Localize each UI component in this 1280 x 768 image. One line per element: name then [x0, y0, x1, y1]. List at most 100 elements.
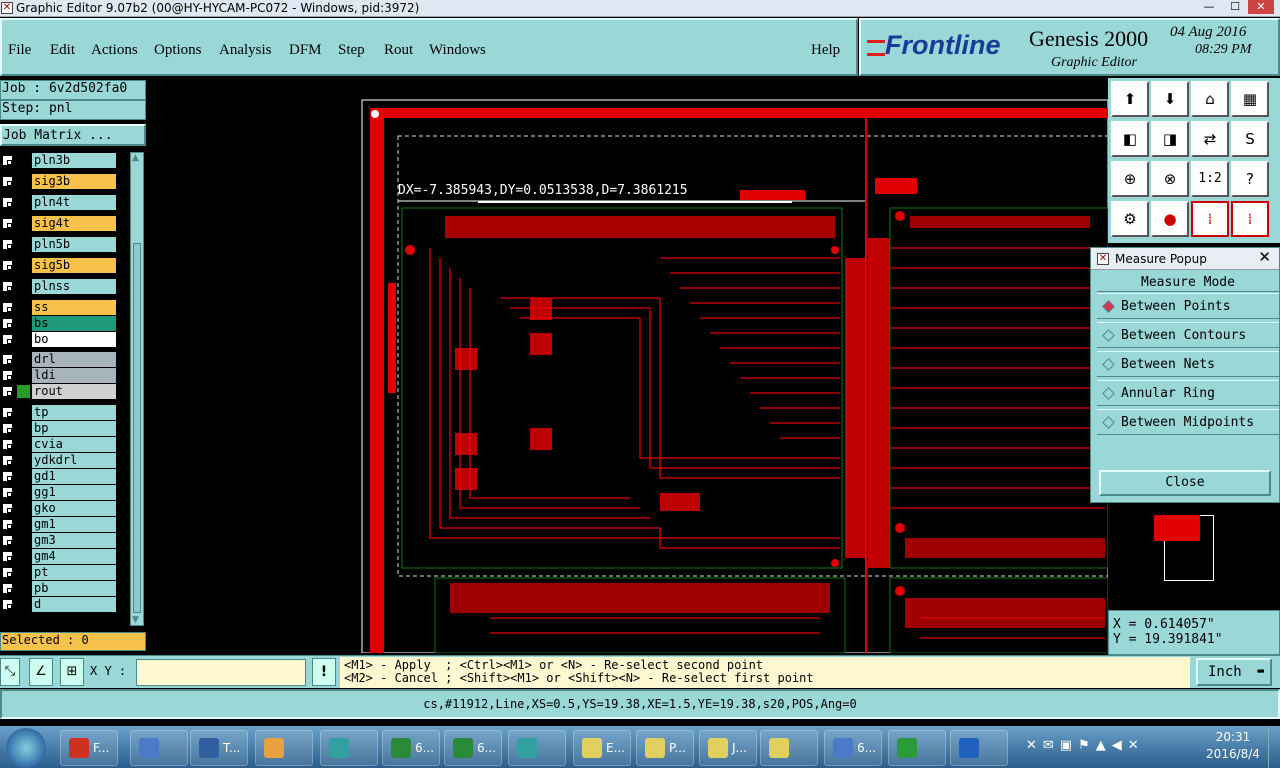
home-up-icon[interactable]: ⬆ — [1111, 81, 1149, 117]
layer-checkbox[interactable] — [2, 197, 13, 208]
layer-a-icon[interactable]: ⁞ — [1191, 201, 1229, 237]
scroll-up-icon[interactable]: ▲ — [132, 153, 139, 163]
scale-button[interactable]: 1:2 — [1191, 161, 1229, 197]
overview-map[interactable] — [1108, 505, 1280, 610]
option-between-points[interactable]: Between Points — [1097, 293, 1279, 319]
layer-row-gd1[interactable]: gd1 — [0, 469, 118, 484]
layer-b-icon[interactable]: ⁞ — [1231, 201, 1269, 237]
home-down-icon[interactable]: ⬇ — [1151, 81, 1189, 117]
graphic-canvas[interactable]: DX=-7.385943,DY=0.0513538,D=7.3861215 — [360, 98, 1108, 653]
taskbar-item[interactable]: F... — [60, 730, 118, 766]
layer-affected-toggle[interactable] — [17, 317, 30, 330]
menu-options[interactable]: Options — [154, 42, 202, 59]
layer-affected-toggle[interactable] — [17, 301, 30, 314]
layer-checkbox[interactable] — [2, 354, 13, 365]
layer-checkbox[interactable] — [2, 281, 13, 292]
layer-row-ldi[interactable]: ldi — [0, 368, 118, 383]
zoom-icon[interactable]: ⊗ — [1151, 161, 1189, 197]
taskbar-item[interactable] — [760, 730, 818, 766]
taskbar-item[interactable] — [320, 730, 378, 766]
units-select[interactable]: Inch ▬ — [1196, 658, 1272, 686]
move-left-icon[interactable]: ◧ — [1111, 121, 1149, 157]
layer-affected-toggle[interactable] — [17, 454, 30, 467]
layer-row-drl[interactable]: drl — [0, 352, 118, 367]
layer-checkbox[interactable] — [2, 567, 13, 578]
warning-button[interactable]: ! — [312, 658, 336, 686]
layer-row-gm1[interactable]: gm1 — [0, 517, 118, 532]
layer-row-pln3b[interactable]: pln3b — [0, 153, 118, 168]
layer-row-plnss[interactable]: plnss — [0, 279, 118, 294]
layer-checkbox[interactable] — [2, 386, 13, 397]
layer-row-rout[interactable]: rout — [0, 384, 118, 399]
layer-affected-toggle[interactable] — [17, 353, 30, 366]
layer-row-bp[interactable]: bp — [0, 421, 118, 436]
layer-affected-toggle[interactable] — [17, 566, 30, 579]
scroll-thumb[interactable] — [133, 243, 141, 613]
taskbar-item[interactable]: 6... — [382, 730, 440, 766]
layer-row-sig4t[interactable]: sig4t — [0, 216, 118, 231]
layer-row-gm3[interactable]: gm3 — [0, 533, 118, 548]
xy-input[interactable] — [136, 659, 306, 686]
layer-row-gko[interactable]: gko — [0, 501, 118, 516]
taskbar-item[interactable]: T... — [190, 730, 248, 766]
taskbar-item[interactable] — [255, 730, 313, 766]
layer-checkbox[interactable] — [2, 176, 13, 187]
menu-actions[interactable]: Actions — [91, 42, 138, 59]
layer-active-marker[interactable] — [17, 385, 30, 398]
layer-row-ydkdrl[interactable]: ydkdrl — [0, 453, 118, 468]
taskbar-item[interactable] — [508, 730, 566, 766]
layer-affected-toggle[interactable] — [17, 280, 30, 293]
layer-row-sig5b[interactable]: sig5b — [0, 258, 118, 273]
clock-time[interactable]: 20:31 — [1210, 730, 1256, 744]
layer-affected-toggle[interactable] — [17, 550, 30, 563]
option-between-midpoints[interactable]: Between Midpoints — [1097, 409, 1279, 435]
layout-icon[interactable]: ▦ — [1231, 81, 1269, 117]
taskbar-item[interactable] — [130, 730, 188, 766]
layer-row-sig3b[interactable]: sig3b — [0, 174, 118, 189]
job-matrix-button[interactable]: Job Matrix ... — [0, 124, 146, 146]
start-button[interactable] — [6, 728, 46, 768]
layer-checkbox[interactable] — [2, 471, 13, 482]
layer-checkbox[interactable] — [2, 551, 13, 562]
tools-icon[interactable]: ⚙ — [1111, 201, 1149, 237]
clock-date[interactable]: 2016/8/4 — [1202, 747, 1264, 761]
layer-row-gm4[interactable]: gm4 — [0, 549, 118, 564]
layer-checkbox[interactable] — [2, 423, 13, 434]
layer-row-tp[interactable]: tp — [0, 405, 118, 420]
probe-icon[interactable]: ● — [1151, 201, 1189, 237]
layer-affected-toggle[interactable] — [17, 406, 30, 419]
layer-checkbox[interactable] — [2, 455, 13, 466]
minimize-button[interactable]: — — [1196, 0, 1222, 14]
menu-rout[interactable]: Rout — [384, 42, 413, 59]
layer-affected-toggle[interactable] — [17, 217, 30, 230]
taskbar-item[interactable]: 6... — [824, 730, 882, 766]
layer-row-cvia[interactable]: cvia — [0, 437, 118, 452]
zoom-fit-icon[interactable]: ⊕ — [1111, 161, 1149, 197]
layer-row-d[interactable]: d — [0, 597, 118, 612]
layer-checkbox[interactable] — [2, 519, 13, 530]
layer-affected-toggle[interactable] — [17, 486, 30, 499]
layer-checkbox[interactable] — [2, 370, 13, 381]
maximize-button[interactable]: ☐ — [1222, 0, 1248, 14]
layer-row-pt[interactable]: pt — [0, 565, 118, 580]
layer-scrollbar[interactable]: ▲ ▼ — [130, 152, 144, 626]
layer-checkbox[interactable] — [2, 239, 13, 250]
layer-checkbox[interactable] — [2, 155, 13, 166]
layer-affected-toggle[interactable] — [17, 259, 30, 272]
grid-icon[interactable]: ⊞ — [60, 658, 84, 686]
taskbar-item[interactable] — [950, 730, 1008, 766]
layer-affected-toggle[interactable] — [17, 598, 30, 611]
taskbar-item[interactable]: J... — [699, 730, 757, 766]
option-annular-ring[interactable]: Annular Ring — [1097, 380, 1279, 406]
scroll-down-icon[interactable]: ▼ — [132, 615, 139, 625]
layer-checkbox[interactable] — [2, 318, 13, 329]
layer-affected-toggle[interactable] — [17, 238, 30, 251]
layer-checkbox[interactable] — [2, 599, 13, 610]
layer-checkbox[interactable] — [2, 439, 13, 450]
layer-row-pln5b[interactable]: pln5b — [0, 237, 118, 252]
taskbar-item[interactable]: P... — [636, 730, 694, 766]
layer-affected-toggle[interactable] — [17, 438, 30, 451]
move-right-icon[interactable]: ◨ — [1151, 121, 1189, 157]
menu-windows[interactable]: Windows — [429, 42, 486, 59]
layer-checkbox[interactable] — [2, 218, 13, 229]
